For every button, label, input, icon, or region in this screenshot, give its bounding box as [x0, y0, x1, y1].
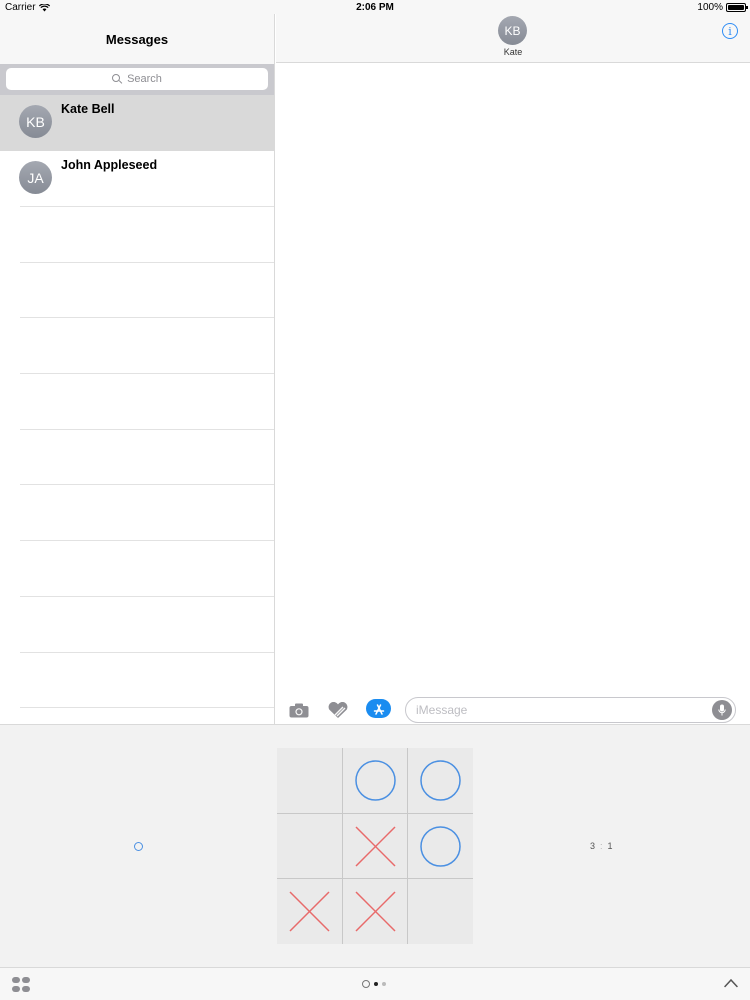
- conversation-item-john-appleseed[interactable]: JA John Appleseed: [0, 151, 274, 207]
- contact-avatar[interactable]: KB: [498, 16, 527, 45]
- battery-icon: [726, 3, 748, 12]
- board-cell-2-2[interactable]: [408, 879, 473, 944]
- tic-tac-toe-board: [277, 748, 473, 944]
- empty-list-row: [0, 263, 274, 319]
- empty-list-row: [0, 485, 274, 542]
- x-mark: [354, 891, 396, 932]
- imessage-app-drawer: 3 : 1: [0, 724, 750, 967]
- search-icon: [112, 74, 122, 84]
- appstore-icon[interactable]: [366, 699, 391, 718]
- empty-list-row: [0, 653, 274, 709]
- chevron-up-icon[interactable]: [724, 978, 738, 988]
- score-player-one: 3: [590, 841, 596, 851]
- conversation-name: Kate Bell: [61, 102, 115, 116]
- mic-icon[interactable]: [712, 700, 732, 720]
- conversation-name: John Appleseed: [61, 158, 158, 172]
- score: 3 : 1: [590, 841, 613, 851]
- contact-name[interactable]: Kate: [276, 47, 750, 57]
- board-cell-0-2: [408, 748, 473, 813]
- empty-list-row: [0, 541, 274, 597]
- page-dot-active[interactable]: [374, 982, 378, 986]
- recents-icon[interactable]: [362, 980, 370, 988]
- empty-list-row: [0, 374, 274, 430]
- conversation-item-kate-bell[interactable]: KB Kate Bell: [0, 95, 274, 151]
- board-cell-1-2: [408, 814, 473, 879]
- apps-grid-icon[interactable]: [12, 977, 30, 992]
- status-time: 2:06 PM: [356, 2, 394, 13]
- info-icon[interactable]: i: [722, 23, 738, 39]
- conversation-pane: KB Kate i iMessage: [276, 14, 750, 724]
- o-mark: [420, 825, 461, 867]
- board-cell-2-1: [343, 879, 408, 944]
- o-mark: [354, 760, 396, 801]
- search-placeholder: Search: [127, 73, 162, 85]
- board-cell-0-0[interactable]: [277, 748, 342, 813]
- status-bar: Carrier 2:06 PM 100%: [0, 0, 750, 14]
- divider: [20, 707, 274, 709]
- app-drawer-toolbar: [0, 967, 750, 1000]
- turn-indicator-o: [134, 842, 143, 851]
- avatar: JA: [19, 161, 52, 194]
- empty-list-area: [0, 207, 274, 709]
- o-mark: [420, 760, 461, 801]
- message-input[interactable]: iMessage: [405, 697, 736, 723]
- score-separator: :: [600, 841, 603, 851]
- empty-list-row: [0, 318, 274, 375]
- page-dot[interactable]: [382, 982, 386, 986]
- battery-percent: 100%: [697, 2, 723, 13]
- board-cell-0-1: [343, 748, 408, 813]
- search-input[interactable]: Search: [6, 68, 268, 90]
- message-input-bar: iMessage: [276, 696, 750, 724]
- empty-list-row: [0, 207, 274, 263]
- board-cell-2-0: [277, 879, 342, 944]
- battery-indicator: 100%: [697, 2, 748, 13]
- camera-icon[interactable]: [289, 703, 309, 718]
- message-placeholder: iMessage: [416, 703, 468, 717]
- board-cell-1-0[interactable]: [277, 814, 342, 879]
- conversation-header: KB Kate i: [276, 14, 750, 63]
- sidebar-title: Messages: [105, 31, 169, 47]
- sidebar-header: Messages: [0, 14, 274, 64]
- empty-list-row: [0, 430, 274, 486]
- digital-touch-icon[interactable]: [327, 702, 349, 719]
- score-player-two: 1: [607, 841, 613, 851]
- search-bar: Search: [0, 64, 274, 95]
- page-indicator[interactable]: [362, 980, 386, 988]
- empty-list-row: [0, 597, 274, 653]
- avatar: KB: [19, 105, 52, 138]
- board-cell-1-1: [343, 814, 408, 879]
- x-mark: [354, 825, 396, 867]
- x-mark: [289, 891, 330, 932]
- conversation-list-pane: Messages Search KB Kate Bell JA John App…: [0, 14, 275, 724]
